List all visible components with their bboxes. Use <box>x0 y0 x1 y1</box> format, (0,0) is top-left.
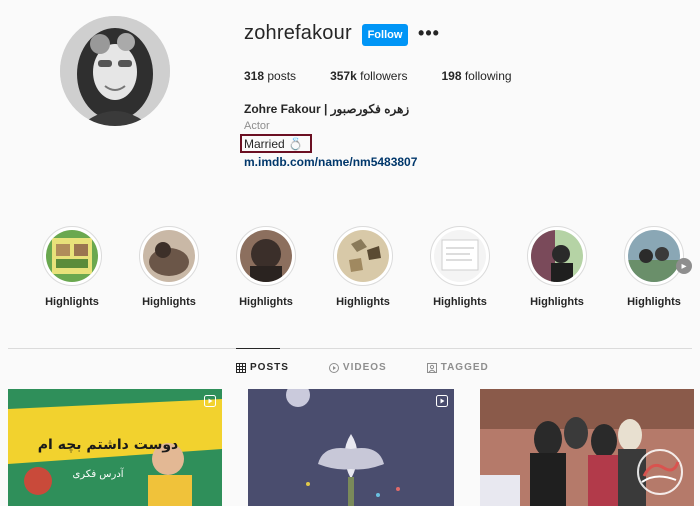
highlight-cover <box>531 230 583 282</box>
post-subtext: آدرس فکری <box>72 467 124 480</box>
highlight-cover <box>240 230 292 282</box>
tabs-divider <box>8 348 692 349</box>
play-circle-icon <box>328 362 339 373</box>
highlight-item[interactable]: Highlights <box>234 226 298 308</box>
profile-link[interactable]: m.imdb.com/name/nm5483807 <box>244 155 417 169</box>
post-image <box>248 389 454 506</box>
highlight-label: Highlights <box>627 296 681 308</box>
profile-username: zohrefakour <box>244 22 352 44</box>
tag-icon <box>426 362 437 373</box>
highlight-label: Highlights <box>142 296 196 308</box>
following-label: following <box>464 69 512 83</box>
tab-posts-label: POSTS <box>250 362 289 373</box>
tab-tagged-label: TAGGED <box>440 362 489 373</box>
following-stat[interactable]: 198 following <box>441 69 511 83</box>
profile-tabs: POSTS VIDEOS TAGGED <box>236 362 529 373</box>
posts-label: posts <box>267 69 297 83</box>
highlight-cover <box>46 230 98 282</box>
highlight-cover <box>143 230 195 282</box>
tab-videos-label: VIDEOS <box>342 362 387 373</box>
followers-count: 357k <box>330 69 357 83</box>
followers-label: followers <box>360 69 408 83</box>
profile-bio: Married 💍 <box>244 137 303 151</box>
highlights-row: Highlights Highlights Highlights Highlig… <box>40 226 700 316</box>
post-thumbnail[interactable]: دوست داشتم بچه ام آدرس فکری <box>8 389 222 506</box>
posts-count: 318 <box>244 69 265 83</box>
tab-posts[interactable]: POSTS <box>236 362 289 373</box>
reel-icon <box>204 395 216 407</box>
post-text: دوست داشتم بچه ام <box>38 437 178 453</box>
chevron-right-icon[interactable]: ▸ <box>676 258 692 274</box>
tab-videos[interactable]: VIDEOS <box>328 362 387 373</box>
followers-stat[interactable]: 357k followers <box>330 69 407 83</box>
grid-icon <box>236 362 246 373</box>
reel-icon <box>436 395 448 407</box>
profile-avatar[interactable] <box>60 16 170 126</box>
profile-stats: 318 posts 357k followers 198 following <box>244 69 546 83</box>
highlight-cover <box>434 230 486 282</box>
highlight-item[interactable]: Highlights <box>137 226 201 308</box>
more-options-icon[interactable]: ••• <box>418 22 440 44</box>
highlight-cover <box>337 230 389 282</box>
post-image: دوست داشتم بچه ام آدرس فکری <box>8 389 222 506</box>
highlight-label: Highlights <box>530 296 584 308</box>
profile-full-name: Zohre Fakour | زهره فکورصبور <box>244 102 410 116</box>
highlight-item[interactable]: Highlights <box>40 226 104 308</box>
profile-category: Actor <box>244 120 270 132</box>
highlight-item[interactable]: Highlights <box>331 226 395 308</box>
post-thumbnail[interactable] <box>480 389 694 506</box>
following-count: 198 <box>441 69 462 83</box>
highlight-label: Highlights <box>239 296 293 308</box>
highlight-item[interactable]: Highlights <box>428 226 492 308</box>
highlight-label: Highlights <box>45 296 99 308</box>
follow-button[interactable]: Follow <box>362 24 408 46</box>
highlight-item[interactable]: Highlights <box>525 226 589 308</box>
profile-photo <box>60 16 170 126</box>
highlight-cover <box>628 230 680 282</box>
highlight-label: Highlights <box>336 296 390 308</box>
tab-tagged[interactable]: TAGGED <box>426 362 489 373</box>
active-tab-indicator <box>236 348 280 349</box>
posts-stat: 318 posts <box>244 69 296 83</box>
highlight-label: Highlights <box>433 296 487 308</box>
post-thumbnail[interactable] <box>248 389 454 506</box>
watermark-logo <box>637 449 683 495</box>
